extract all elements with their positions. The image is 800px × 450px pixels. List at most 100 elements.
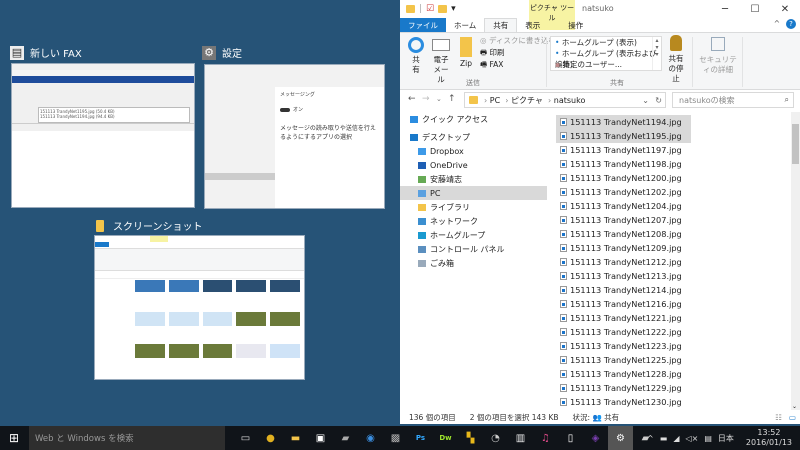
nav-item[interactable]: ライブラリ xyxy=(400,200,547,214)
breadcrumb-pictures[interactable]: ピクチャ xyxy=(511,95,543,106)
print-button[interactable]: 🖶 印刷 xyxy=(480,48,504,58)
stop-sharing-button[interactable]: 共有の停止 xyxy=(664,35,688,84)
new-folder-icon[interactable] xyxy=(438,5,448,13)
nav-item[interactable]: ネットワーク xyxy=(400,214,547,228)
photoshop-taskbar-icon[interactable]: Ps xyxy=(408,426,433,450)
gallery-scroll[interactable]: ▴ ▾ ▾ xyxy=(652,37,661,70)
maximize-button[interactable]: ☐ xyxy=(740,0,770,18)
nav-item[interactable]: Dropbox xyxy=(400,144,547,158)
file-item[interactable]: 151113 TrandyNet1223.jpg xyxy=(556,339,691,353)
nav-item[interactable]: デスクトップ xyxy=(400,130,547,144)
thumb-title-settings[interactable]: ⚙ 設定 xyxy=(202,45,242,60)
help-icon[interactable]: ? xyxy=(786,19,796,29)
filezilla-taskbar-icon[interactable]: ▚ xyxy=(458,426,483,450)
media-taskbar-icon[interactable]: ▩ xyxy=(383,426,408,450)
zip-button[interactable]: Zip xyxy=(456,37,476,69)
search-input[interactable]: natsukoの検索 ⌕ xyxy=(672,92,794,108)
address-dropdown[interactable]: ⌄ xyxy=(642,96,649,105)
tab-home[interactable]: ホーム xyxy=(446,18,484,32)
share-homegroup-edit[interactable]: • ホームグループ (表示および編集) xyxy=(551,48,661,69)
screenshot-folder-thumbnail[interactable] xyxy=(94,235,305,380)
notepad-taskbar-icon[interactable]: ▯ xyxy=(558,426,583,450)
file-item[interactable]: 151113 TrandyNet1207.jpg xyxy=(556,213,691,227)
file-item[interactable]: 151113 TrandyNet1195.jpg xyxy=(556,129,691,143)
file-item[interactable]: 151113 TrandyNet1208.jpg xyxy=(556,227,691,241)
toggle-switch[interactable] xyxy=(280,107,290,112)
file-item[interactable]: 151113 TrandyNet1216.jpg xyxy=(556,297,691,311)
nav-item[interactable]: ホームグループ xyxy=(400,228,547,242)
ebook-taskbar-icon[interactable]: ▥ xyxy=(508,426,533,450)
nav-item[interactable]: PC xyxy=(400,186,547,200)
forward-button[interactable]: → xyxy=(422,94,430,104)
itunes-taskbar-icon[interactable]: ♫ xyxy=(533,426,558,450)
file-item[interactable]: 151113 TrandyNet1228.jpg xyxy=(556,367,691,381)
thunderbird-taskbar-icon[interactable]: ◉ xyxy=(358,426,383,450)
file-item[interactable]: 151113 TrandyNet1197.jpg xyxy=(556,143,691,157)
ime-indicator[interactable]: 日本 xyxy=(718,433,734,444)
back-button[interactable]: ← xyxy=(408,94,416,104)
file-item[interactable]: 151113 TrandyNet1230.jpg xyxy=(556,395,691,409)
burn-disc-button[interactable]: ◎ ディスクに書き込む xyxy=(480,36,556,46)
tab-manage[interactable]: 操作 xyxy=(554,18,597,32)
share-specific-users[interactable]: ▪ 特定のユーザー... xyxy=(551,59,661,70)
breadcrumb-natsuko[interactable]: natsuko xyxy=(554,96,586,105)
tab-file[interactable]: ファイル xyxy=(400,18,446,32)
file-item[interactable]: 151113 TrandyNet1198.jpg xyxy=(556,157,691,171)
file-item[interactable]: 151113 TrandyNet1212.jpg xyxy=(556,255,691,269)
store-taskbar-icon[interactable]: ▣ xyxy=(308,426,333,450)
address-bar[interactable]: › PC › ピクチャ › natsuko ⌄ ↻ xyxy=(464,92,666,108)
tab-view[interactable]: 表示 xyxy=(517,18,548,32)
file-item[interactable]: 151113 TrandyNet1225.jpg xyxy=(556,353,691,367)
share-homegroup-view[interactable]: • ホームグループ (表示) xyxy=(551,37,661,48)
breadcrumb-pc[interactable]: PC xyxy=(490,96,500,105)
thumb-title-fax[interactable]: ▤ 新しい FAX xyxy=(10,45,82,60)
file-item[interactable]: 151113 TrandyNet1222.jpg xyxy=(556,325,691,339)
fax-window-thumbnail[interactable]: 151113 TrandyNet1195.jpg (50.4 KB) 15111… xyxy=(11,63,195,208)
start-button[interactable]: ⊞ xyxy=(0,426,28,450)
utility-taskbar-icon[interactable]: ◔ xyxy=(483,426,508,450)
clock[interactable]: 13:52 2016/01/13 xyxy=(746,428,792,448)
collapse-ribbon-icon[interactable]: ^ xyxy=(774,19,780,28)
thumb-title-screenshots[interactable]: スクリーンショット xyxy=(93,218,203,233)
details-view-button[interactable]: ☷ xyxy=(775,413,782,422)
dreamweaver-taskbar-icon[interactable]: Dw xyxy=(433,426,458,450)
email-button[interactable]: 電子メール xyxy=(430,37,452,85)
share-button[interactable]: 共有 xyxy=(406,37,426,75)
action-center-icon[interactable]: ▤ xyxy=(704,434,712,443)
file-item[interactable]: 151113 TrandyNet1229.jpg xyxy=(556,381,691,395)
file-item[interactable]: 151113 TrandyNet1204.jpg xyxy=(556,199,691,213)
file-item[interactable]: 151113 TrandyNet1200.jpg xyxy=(556,171,691,185)
settings-window-thumbnail[interactable]: メッセージング オン メッセージの読み取りや送信を行えるようにするアプリの選択 xyxy=(204,64,385,209)
volume-muted-icon[interactable]: ◁× xyxy=(685,434,698,443)
nav-item[interactable]: ごみ箱 xyxy=(400,256,547,270)
recent-dropdown[interactable]: ⌄ xyxy=(436,95,442,103)
minimize-button[interactable]: ─ xyxy=(710,0,740,18)
large-icons-view-button[interactable]: ▭ xyxy=(789,413,796,422)
file-item[interactable]: 151113 TrandyNet1194.jpg xyxy=(556,115,691,129)
fax-button[interactable]: 🖷 FAX xyxy=(480,60,503,70)
close-button[interactable]: ✕ xyxy=(770,0,800,18)
onenote-taskbar-icon[interactable]: ◈ xyxy=(583,426,608,450)
file-explorer-taskbar-icon[interactable]: ▬ xyxy=(283,426,308,450)
taskbar-search-box[interactable]: Web と Windows を検索 xyxy=(29,426,225,450)
file-item[interactable]: 151113 TrandyNet1213.jpg xyxy=(556,269,691,283)
show-hidden-icons[interactable]: ^ xyxy=(647,434,654,443)
share-with-gallery[interactable]: • ホームグループ (表示) • ホームグループ (表示および編集) ▪ 特定の… xyxy=(550,36,662,71)
scanner-taskbar-icon[interactable]: ▰ xyxy=(333,426,358,450)
advanced-security-button[interactable]: セキュリティの詳細 xyxy=(698,37,738,75)
file-item[interactable]: 151113 TrandyNet1209.jpg xyxy=(556,241,691,255)
file-item[interactable]: 151113 TrandyNet1214.jpg xyxy=(556,283,691,297)
task-view-taskbar-icon[interactable]: ▭ xyxy=(233,426,258,450)
chrome-taskbar-icon[interactable]: ● xyxy=(258,426,283,450)
tab-share[interactable]: 共有 xyxy=(484,18,518,32)
file-item[interactable]: 151113 TrandyNet1202.jpg xyxy=(556,185,691,199)
properties-icon[interactable]: ☑ xyxy=(426,4,434,14)
battery-icon[interactable]: ▬ xyxy=(660,434,668,443)
refresh-button[interactable]: ↻ xyxy=(655,96,662,105)
file-item[interactable]: 151113 TrandyNet1221.jpg xyxy=(556,311,691,325)
nav-item[interactable]: 安藤靖志 xyxy=(400,172,547,186)
nav-item[interactable]: クイック アクセス xyxy=(400,112,547,126)
up-button[interactable]: ↑ xyxy=(448,94,456,104)
file-list-scrollbar[interactable]: ⌄ xyxy=(791,112,800,410)
settings-taskbar-icon[interactable]: ⚙ xyxy=(608,426,633,450)
